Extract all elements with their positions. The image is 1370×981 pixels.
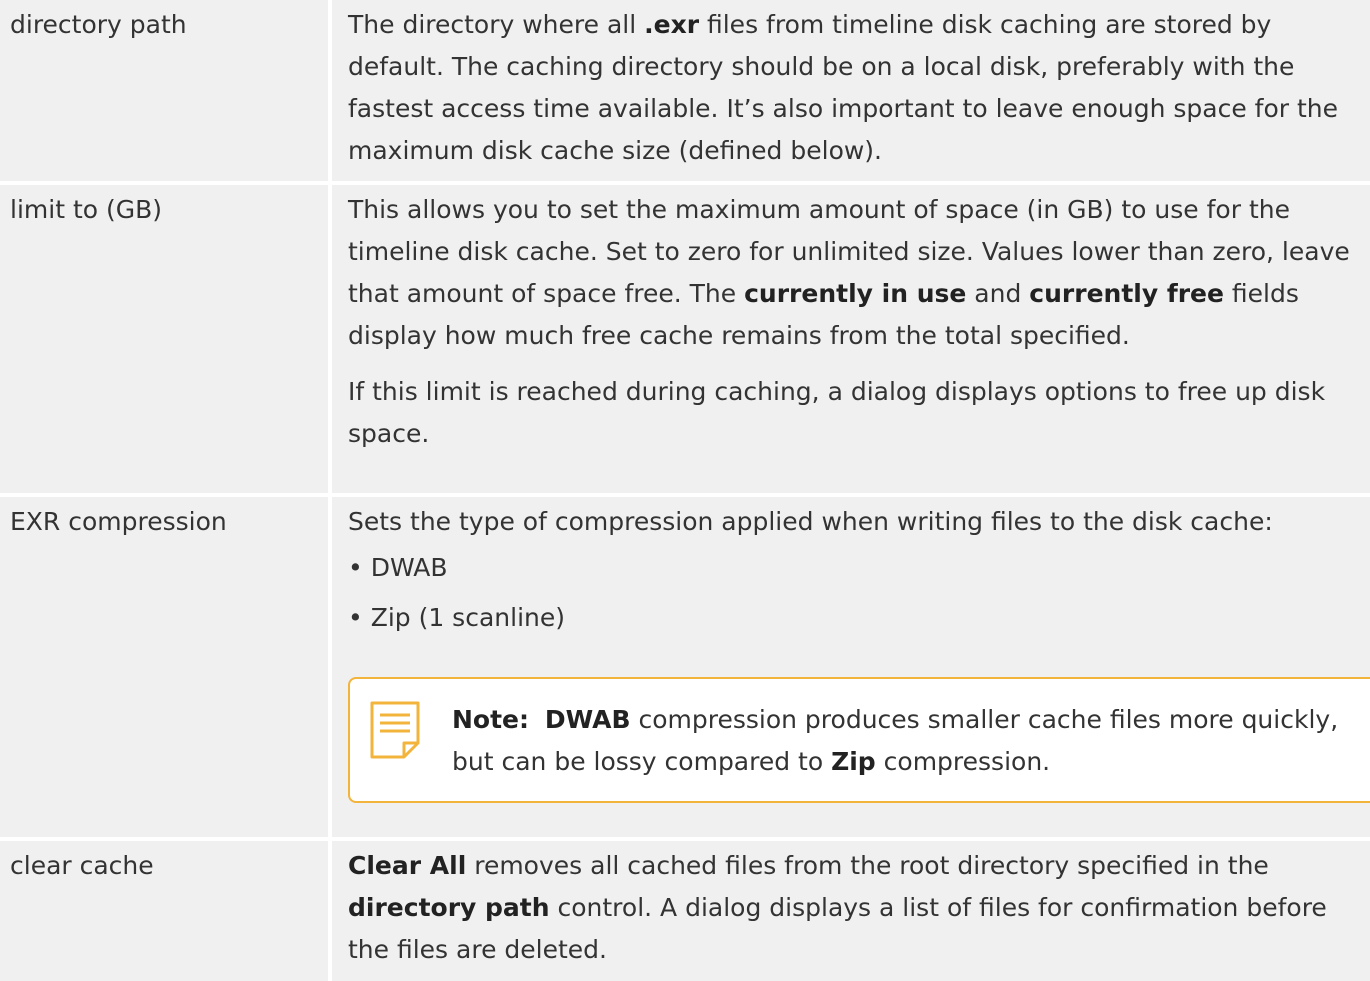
description-paragraph: This allows you to set the maximum amoun… [348,189,1370,357]
bold-term: Zip [831,747,876,776]
parameter-name: limit to (GB) [0,185,332,493]
table-row: directory path The directory where all .… [0,0,1370,185]
description-paragraph: The directory where all .exr files from … [348,4,1370,172]
list-item: • Zip (1 scanline) [348,603,565,632]
parameter-table: directory path The directory where all .… [0,0,1370,981]
bold-term: currently in use [744,279,967,308]
parameter-description: This allows you to set the maximum amoun… [332,185,1370,493]
bold-term: Clear All [348,851,467,880]
note-text: Note: DWAB compression produces smaller … [428,699,1370,783]
parameter-name: directory path [0,0,332,181]
bold-term: directory path [348,893,550,922]
table-row: clear cache Clear All removes all cached… [0,841,1370,981]
parameter-description: The directory where all .exr files from … [332,0,1370,181]
table-row: limit to (GB) This allows you to set the… [0,185,1370,497]
bold-term: .exr [644,10,700,39]
parameter-description: Clear All removes all cached files from … [332,841,1370,981]
bold-term: currently free [1029,279,1224,308]
text-span: compression. [875,747,1051,776]
text-span: removes all cached files from the root d… [466,851,1269,880]
list-item: • DWAB [348,553,448,582]
bold-term: DWAB [544,705,631,734]
text-span: The directory where all [348,10,645,39]
note-label: Note: [452,705,530,734]
description-paragraph: Clear All removes all cached files from … [348,845,1370,971]
text-span: and [966,279,1030,308]
note-icon [368,699,428,783]
table-row: EXR compression Sets the type of compres… [0,497,1370,841]
description-paragraph: If this limit is reached during caching,… [348,377,1326,448]
description-paragraph: Sets the type of compression applied whe… [348,507,1273,536]
parameter-description: Sets the type of compression applied whe… [332,497,1370,837]
parameter-name: clear cache [0,841,332,981]
note-callout: Note: DWAB compression produces smaller … [348,677,1370,803]
parameter-name: EXR compression [0,497,332,837]
